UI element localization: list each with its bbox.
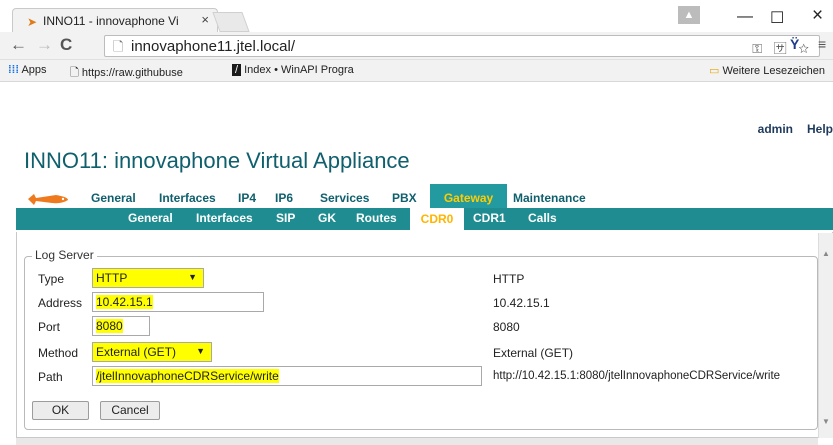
bookmark-github-label: https://raw.githubuse [81, 67, 183, 79]
page-icon: 🗋 [113, 39, 124, 54]
tab-title: INNO11 - innovaphone Vi [43, 14, 179, 28]
horizontal-scrollbar[interactable] [16, 438, 818, 445]
omnibox-action-icons[interactable]: ⚿ 🈂 ☆ [752, 38, 813, 57]
new-tab-button[interactable] [212, 12, 250, 32]
subnav-cdr0[interactable]: CDR0 [410, 208, 464, 230]
bookmark-apps-label: Apps [21, 64, 47, 76]
bookmark-winapi-label: Index • WinAPI Progra [244, 64, 354, 76]
nav-ip4[interactable]: IP4 [238, 191, 256, 205]
port-input-value: 8080 [96, 319, 123, 333]
subnav-routes[interactable]: Routes [356, 211, 397, 225]
browser-toolbar: ← → C 🗋 innovaphone11.jtel.local/ ⚿ 🈂 ☆ … [0, 32, 833, 60]
titlebar: ➤ INNO11 - innovaphone Vi × ▲ — ☐ × [0, 0, 833, 32]
nav-ip6[interactable]: IP6 [275, 191, 293, 205]
address-input-value: 10.42.15.1 [96, 295, 153, 309]
port-display: 8080 [493, 320, 520, 334]
subnav-cdr1[interactable]: CDR1 [473, 211, 506, 225]
fish-favicon-icon: ➤ [27, 15, 38, 29]
browser-tab[interactable]: ➤ INNO11 - innovaphone Vi × [12, 8, 218, 32]
folder-icon: ▭ [709, 65, 720, 77]
scroll-up-icon[interactable]: ▲ [822, 249, 830, 258]
maximize-button[interactable]: ☐ [770, 8, 784, 28]
minimize-button[interactable]: — [737, 8, 753, 26]
page-icon: 🗋 [70, 67, 79, 79]
log-server-legend: Log Server [32, 248, 97, 262]
method-select-value: External (GET) [96, 345, 177, 359]
page-title: INNO11: innovaphone Virtual Appliance [24, 148, 410, 173]
subnav-calls[interactable]: Calls [528, 211, 557, 225]
nav-pbx[interactable]: PBX [392, 191, 417, 205]
extension-icon[interactable]: Ÿ [790, 36, 799, 52]
sub-nav: General Interfaces SIP GK Routes CDR0 CD… [16, 208, 833, 230]
type-display: HTTP [493, 272, 525, 286]
type-select[interactable]: HTTP ▼ [92, 268, 204, 288]
vertical-scrollbar[interactable]: ▲ ▼ [818, 233, 833, 438]
address-label: Address [38, 296, 83, 310]
nav-services[interactable]: Services [320, 191, 369, 205]
address-input[interactable]: 10.42.15.1 [92, 292, 264, 312]
method-label: Method [38, 346, 79, 360]
main-nav: General Interfaces IP4 IP6 Services PBX … [0, 184, 833, 208]
bookmark-other-label: Weitere Lesezeichen [722, 65, 825, 77]
help-link[interactable]: Help [807, 122, 833, 136]
address-bar[interactable]: 🗋 innovaphone11.jtel.local/ ⚿ 🈂 ☆ [104, 35, 820, 57]
forward-arrow-icon[interactable]: → [36, 35, 53, 55]
admin-link[interactable]: admin [758, 122, 793, 136]
tab-close-icon[interactable]: × [201, 12, 209, 27]
close-window-button[interactable]: × [812, 5, 823, 27]
path-display: http://10.42.15.1:8080/jtelInnovaphoneCD… [493, 370, 781, 382]
winapi-icon: / [232, 64, 242, 76]
ok-button[interactable]: OK [32, 401, 89, 420]
url-text: innovaphone11.jtel.local/ [131, 38, 296, 55]
path-input-value: /jtelInnovaphoneCDRService/write [96, 369, 279, 383]
type-label: Type [38, 272, 65, 286]
port-label: Port [38, 320, 61, 334]
subnav-gk[interactable]: GK [318, 211, 336, 225]
dropdown-arrow-icon: ▼ [196, 346, 205, 356]
cancel-button[interactable]: Cancel [100, 401, 160, 420]
subnav-general[interactable]: General [128, 211, 173, 225]
dropdown-arrow-icon: ▼ [188, 272, 197, 282]
subnav-interfaces[interactable]: Interfaces [196, 211, 253, 225]
bookmark-apps[interactable]: ⁞⁞⁞ Apps [8, 64, 47, 76]
method-select[interactable]: External (GET) ▼ [92, 342, 212, 362]
reload-icon[interactable]: C [60, 35, 72, 55]
user-links: admin Help [744, 122, 833, 136]
subnav-cdr0-label: CDR0 [420, 212, 454, 226]
back-arrow-icon[interactable]: ← [10, 35, 27, 55]
address-display: 10.42.15.1 [493, 296, 550, 310]
nav-gateway[interactable]: Gateway [430, 184, 507, 208]
bookmark-winapi[interactable]: / Index • WinAPI Progra [232, 64, 357, 76]
path-label: Path [38, 370, 63, 384]
path-input[interactable]: /jtelInnovaphoneCDRService/write [92, 366, 482, 386]
bookmark-other[interactable]: ▭ Weitere Lesezeichen [709, 64, 825, 77]
scroll-down-icon[interactable]: ▼ [822, 417, 830, 426]
nav-general[interactable]: General [91, 191, 136, 205]
type-select-value: HTTP [96, 271, 128, 285]
bookmark-github[interactable]: 🗋 https://raw.githubuse [70, 64, 192, 83]
subnav-sip[interactable]: SIP [276, 211, 295, 225]
bookmarks-bar: ⁞⁞⁞ Apps 🗋 https://raw.githubuse / Index… [0, 60, 833, 82]
apps-grid-icon: ⁞⁞⁞ [8, 64, 19, 76]
nav-gateway-label: Gateway [443, 191, 494, 205]
profile-icon[interactable]: ▲ [678, 6, 700, 24]
nav-interfaces[interactable]: Interfaces [159, 191, 216, 205]
nav-maintenance[interactable]: Maintenance [513, 191, 586, 205]
port-input[interactable]: 8080 [92, 316, 150, 336]
menu-icon[interactable]: ≡ [818, 36, 826, 52]
method-display: External (GET) [493, 346, 574, 360]
